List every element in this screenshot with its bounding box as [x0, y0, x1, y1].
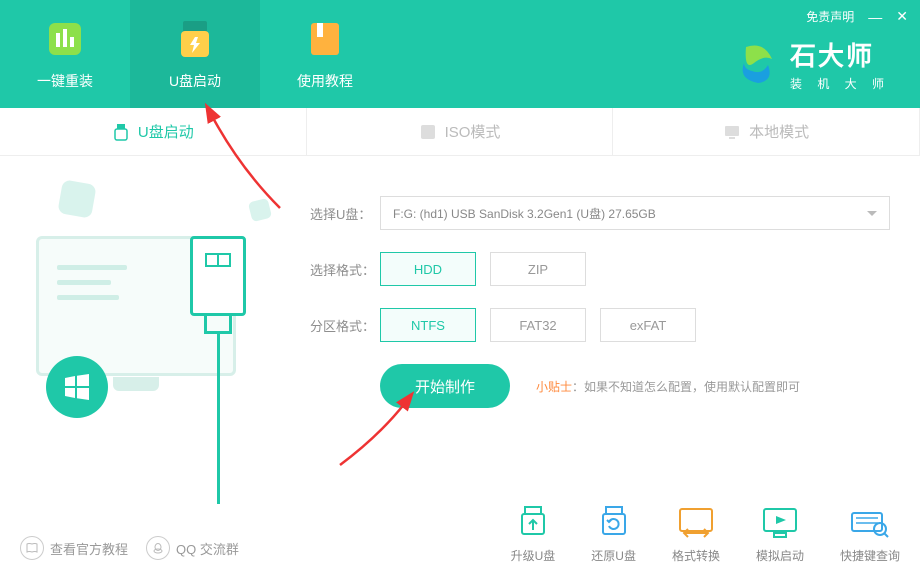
action-format-convert[interactable]: 格式转换: [672, 505, 720, 564]
start-create-button[interactable]: 开始制作: [380, 364, 510, 408]
upgrade-usb-icon: [513, 505, 553, 541]
minimize-button[interactable]: —: [868, 9, 882, 25]
iso-icon: [419, 123, 437, 141]
action-upgrade-usb[interactable]: 升级U盘: [511, 505, 556, 564]
close-button[interactable]: ✕: [896, 8, 908, 25]
reinstall-icon: [43, 17, 87, 61]
illustration: [0, 156, 300, 536]
qq-icon: [146, 536, 170, 560]
partition-option-fat32[interactable]: FAT32: [490, 308, 586, 342]
action-simulate-boot[interactable]: 模拟启动: [756, 505, 804, 564]
brand-subtitle: 装 机 大 师: [790, 75, 890, 92]
monitor-icon: [723, 123, 741, 141]
nav-reinstall[interactable]: 一键重装: [0, 0, 130, 108]
simulate-boot-icon: [760, 505, 800, 541]
brand-title: 石大师: [790, 36, 890, 73]
qq-group-link[interactable]: QQ 交流群: [146, 536, 239, 560]
usb-select-value: F:G: (hd1) USB SanDisk 3.2Gen1 (U盘) 27.6…: [393, 205, 656, 222]
usb-plug-icon: [190, 236, 246, 504]
nav-tutorial[interactable]: 使用教程: [260, 0, 390, 108]
usb-select-dropdown[interactable]: F:G: (hd1) USB SanDisk 3.2Gen1 (U盘) 27.6…: [380, 196, 890, 230]
book-icon: [20, 536, 44, 560]
tab-label: U盘启动: [138, 121, 194, 142]
tab-local-mode[interactable]: 本地模式: [613, 108, 920, 155]
format-option-hdd[interactable]: HDD: [380, 252, 476, 286]
bottom-action-bar: 升级U盘 还原U盘 格式转换 模拟启动 快捷键查询: [511, 505, 900, 564]
action-hotkey-lookup[interactable]: 快捷键查询: [840, 505, 900, 564]
restore-usb-icon: [594, 505, 634, 541]
format-option-zip[interactable]: ZIP: [490, 252, 586, 286]
tutorial-icon: [303, 17, 347, 61]
hotkey-lookup-icon: [850, 505, 890, 541]
brand-logo-icon: [734, 41, 780, 87]
mode-tabs: U盘启动 ISO模式 本地模式: [0, 108, 920, 156]
action-restore-usb[interactable]: 还原U盘: [591, 505, 636, 564]
usb-boot-icon: [173, 17, 217, 61]
tip-text: 小贴士：如果不知道怎么配置，使用默认配置即可: [536, 378, 800, 395]
nav-usb-boot[interactable]: U盘启动: [130, 0, 260, 108]
tab-usb-boot[interactable]: U盘启动: [0, 108, 307, 155]
partition-option-exfat[interactable]: exFAT: [600, 308, 696, 342]
brand: 石大师 装 机 大 师: [734, 36, 890, 92]
tab-label: 本地模式: [749, 121, 809, 142]
usb-icon: [112, 123, 130, 141]
window-controls: 免责声明 — ✕: [806, 8, 908, 25]
bottom-left-links: 查看官方教程 QQ 交流群: [20, 536, 239, 560]
windows-badge-icon: [46, 356, 108, 418]
main-content: 选择U盘： F:G: (hd1) USB SanDisk 3.2Gen1 (U盘…: [0, 156, 920, 536]
format-label: 选择格式：: [310, 260, 380, 279]
app-header: 一键重装 U盘启动 使用教程 免责声明 — ✕ 石大师 装 机 大 师: [0, 0, 920, 108]
tip-label: 小贴士: [536, 380, 572, 394]
nav-label: 一键重装: [37, 71, 93, 91]
usb-select-label: 选择U盘：: [310, 204, 380, 223]
official-tutorial-link[interactable]: 查看官方教程: [20, 536, 128, 560]
format-convert-icon: [676, 505, 716, 541]
tab-label: ISO模式: [445, 121, 501, 142]
tab-iso-mode[interactable]: ISO模式: [307, 108, 614, 155]
nav-label: U盘启动: [169, 71, 221, 91]
config-panel: 选择U盘： F:G: (hd1) USB SanDisk 3.2Gen1 (U盘…: [300, 156, 920, 536]
partition-label: 分区格式：: [310, 316, 380, 335]
nav-label: 使用教程: [297, 71, 353, 91]
disclaimer-link[interactable]: 免责声明: [806, 8, 854, 25]
partition-option-ntfs[interactable]: NTFS: [380, 308, 476, 342]
